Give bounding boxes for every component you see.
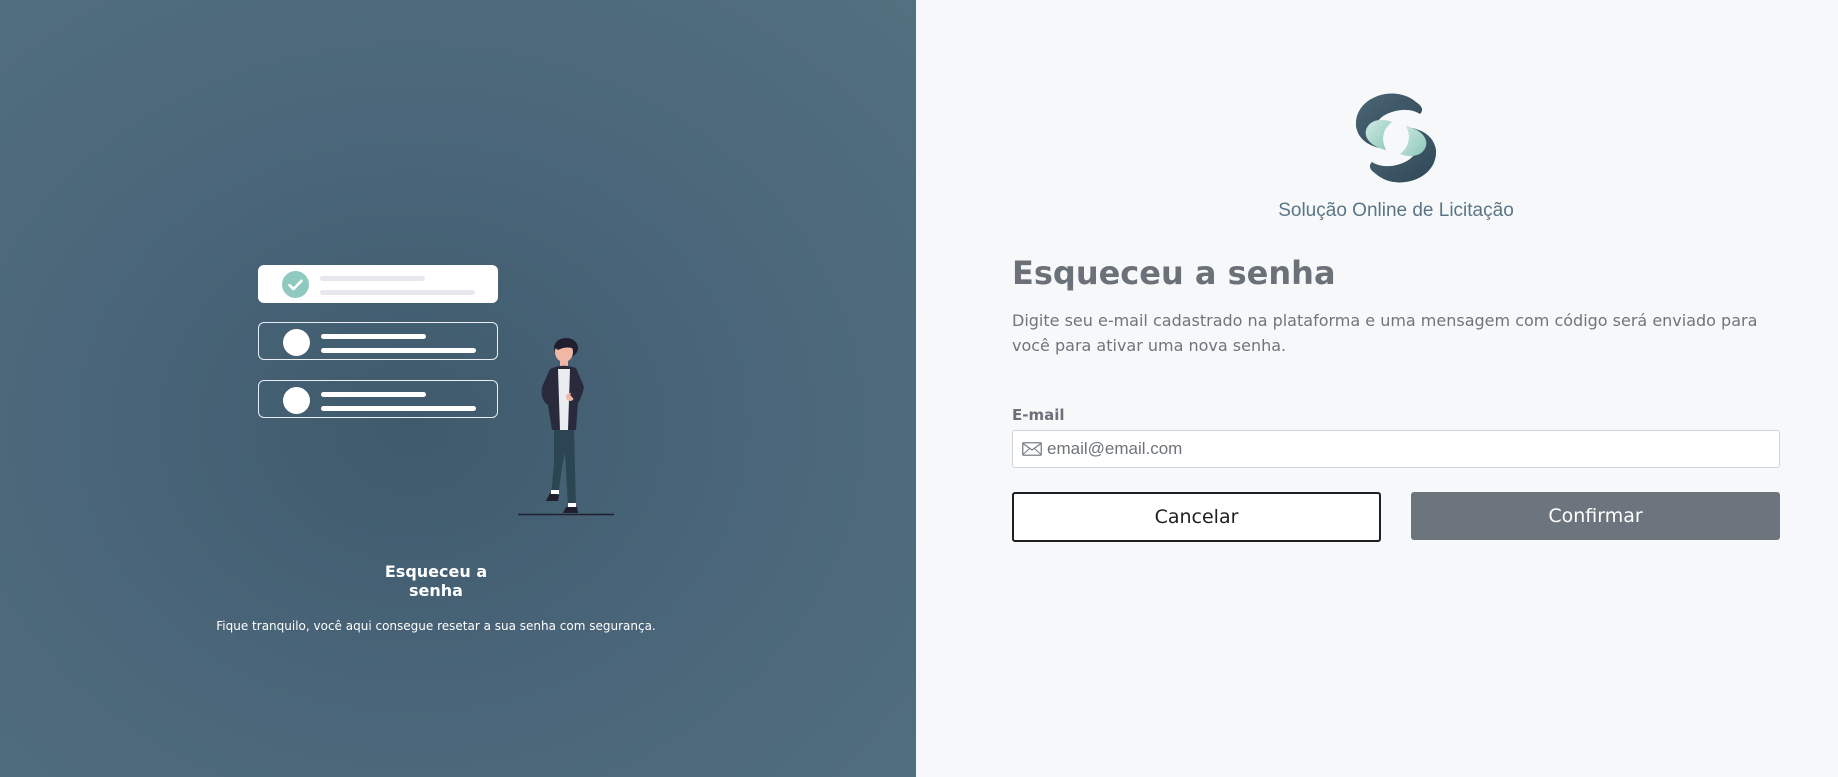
- confirm-button[interactable]: Confirmar: [1411, 492, 1780, 540]
- placeholder-line: [320, 276, 425, 281]
- placeholder-line: [321, 348, 476, 353]
- person-illustration: [518, 338, 614, 516]
- checklist-card: [258, 380, 498, 418]
- placeholder-line: [321, 392, 426, 397]
- page-description: Digite seu e-mail cadastrado na platafor…: [1012, 311, 1758, 355]
- circle-icon: [283, 329, 310, 356]
- illustration-title: Esqueceu a senha: [384, 562, 488, 600]
- checklist-card-checked: [258, 265, 498, 303]
- page-title: Esqueceu a senha: [1012, 254, 1336, 292]
- illustration-panel: Esqueceu a senha Fique tranquilo, você a…: [0, 0, 916, 777]
- page: Esqueceu a senha Fique tranquilo, você a…: [0, 0, 1838, 777]
- checklist-card: [258, 322, 498, 360]
- brand-name: Solução Online de Licitação: [1278, 200, 1514, 221]
- placeholder-line: [321, 334, 426, 339]
- email-input[interactable]: [1047, 432, 1779, 466]
- placeholder-line: [321, 406, 476, 411]
- cancel-button[interactable]: Cancelar: [1012, 492, 1381, 542]
- s-swirl-logo: [1355, 93, 1437, 183]
- circle-icon: [283, 387, 310, 414]
- check-icon: [282, 271, 309, 298]
- email-label: E-mail: [1012, 406, 1065, 424]
- placeholder-line: [320, 290, 475, 295]
- form-panel: Solução Online de Licitação Esqueceu a s…: [916, 0, 1838, 777]
- email-field[interactable]: [1012, 430, 1780, 468]
- envelope-icon: [1022, 441, 1044, 457]
- illustration-subtitle: Fique tranquilo, você aqui consegue rese…: [216, 619, 656, 633]
